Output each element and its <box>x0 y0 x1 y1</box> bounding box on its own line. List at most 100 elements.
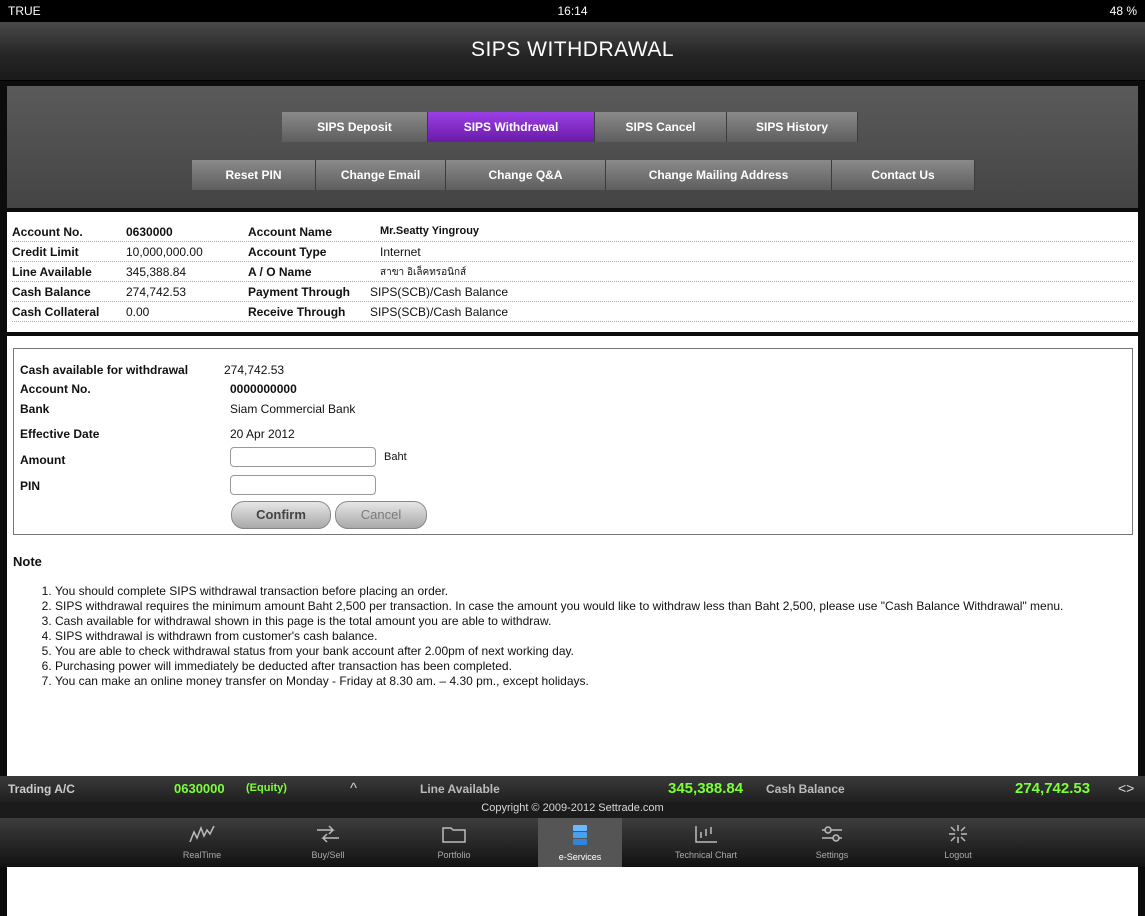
note-item: Cash available for withdrawal shown in t… <box>55 614 1145 629</box>
withdraw-account-no-value: 0000000000 <box>230 382 297 396</box>
payment-through-value: SIPS(SCB)/Cash Balance <box>370 285 509 299</box>
account-summary-bar: Trading A/C 0630000 (Equity) ^ Line Avai… <box>0 776 1145 802</box>
note-list: You should complete SIPS withdrawal tran… <box>33 584 1145 689</box>
trading-account-label: Trading A/C <box>8 782 75 796</box>
sips-tab-row: SIPS Deposit SIPS Withdrawal SIPS Cancel… <box>282 112 858 142</box>
confirm-button[interactable]: Confirm <box>231 501 331 529</box>
toolbar-realtime[interactable]: RealTime <box>160 818 244 867</box>
note-item: You can make an online money transfer on… <box>55 674 1145 689</box>
technical-chart-icon <box>693 826 719 848</box>
tab-sips-cancel[interactable]: SIPS Cancel <box>595 112 727 142</box>
effective-date-label: Effective Date <box>20 427 100 441</box>
settings-icon <box>819 826 845 848</box>
cash-collateral-value: 0.00 <box>126 305 150 319</box>
cash-available-value: 274,742.53 <box>224 363 285 377</box>
toolbar-logout[interactable]: Logout <box>916 818 1000 867</box>
toolbar-label: RealTime <box>182 850 222 860</box>
amount-unit: Baht <box>384 451 407 463</box>
account-no-label: Account No. <box>12 225 83 239</box>
cash-balance-label: Cash Balance <box>12 285 91 299</box>
clock: 16:14 <box>557 4 588 18</box>
info-row: Cash Balance 274,742.53 Payment Through … <box>12 282 1133 302</box>
credit-limit-label: Credit Limit <box>12 245 79 259</box>
receive-through-label: Receive Through <box>248 305 346 319</box>
cancel-button[interactable]: Cancel <box>335 501 427 529</box>
toolbar-label: Settings <box>815 850 849 860</box>
tab-change-qa[interactable]: Change Q&A <box>446 160 606 190</box>
bottom-cash-balance-label: Cash Balance <box>766 782 845 796</box>
server-icon <box>567 825 593 850</box>
account-name-label: Account Name <box>248 225 333 239</box>
account-type-badge: (Equity) <box>246 782 287 794</box>
tab-change-mailing-address[interactable]: Change Mailing Address <box>606 160 832 190</box>
pin-label: PIN <box>20 479 41 493</box>
trading-account-number[interactable]: 0630000 <box>174 781 225 796</box>
toolbar-technical-chart[interactable]: Technical Chart <box>664 818 748 867</box>
toolbar-label: Buy/Sell <box>311 850 345 860</box>
withdraw-account-no-label: Account No. <box>20 382 91 396</box>
realtime-chart-icon <box>189 825 215 848</box>
account-no-value: 0630000 <box>126 225 173 239</box>
info-row: Credit Limit 10,000,000.00 Account Type … <box>12 242 1133 262</box>
bottom-toolbar: RealTime Buy/Sell Portfolio e-Services T… <box>0 818 1145 867</box>
tab-sips-withdrawal[interactable]: SIPS Withdrawal <box>428 112 595 142</box>
service-menu: SIPS Deposit SIPS Withdrawal SIPS Cancel… <box>7 86 1138 208</box>
toolbar-e-services[interactable]: e-Services <box>538 818 622 867</box>
pin-input[interactable] <box>230 475 376 495</box>
toolbar-portfolio[interactable]: Portfolio <box>412 818 496 867</box>
note-title: Note <box>13 554 42 569</box>
toolbar-label: Logout <box>944 850 972 860</box>
page-title: SIPS WITHDRAWAL <box>470 38 675 61</box>
info-row: Cash Collateral 0.00 Receive Through SIP… <box>12 302 1133 322</box>
tab-change-email[interactable]: Change Email <box>316 160 446 190</box>
note-item: You are able to check withdrawal status … <box>55 644 1145 659</box>
note-item: Purchasing power will immediately be ded… <box>55 659 1145 674</box>
tab-contact-us[interactable]: Contact Us <box>832 160 975 190</box>
credit-limit-value: 10,000,000.00 <box>126 245 203 259</box>
toolbar-label: Portfolio <box>437 850 471 860</box>
account-type-label: Account Type <box>248 245 327 259</box>
bottom-cash-balance-value: 274,742.53 <box>1015 780 1091 797</box>
copyright: Copyright © 2009-2012 Settrade.com <box>0 802 1145 818</box>
withdrawal-form: Cash available for withdrawal 274,742.53… <box>13 348 1133 535</box>
line-available-label: Line Available <box>12 265 92 279</box>
toolbar-buy-sell[interactable]: Buy/Sell <box>286 818 370 867</box>
note-item: SIPS withdrawal is withdrawn from custom… <box>55 629 1145 644</box>
note-item: SIPS withdrawal requires the minimum amo… <box>55 599 1145 614</box>
bottom-line-available-value: 345,388.84 <box>668 780 744 797</box>
cash-available-label: Cash available for withdrawal <box>20 363 189 377</box>
toolbar-label: Technical Chart <box>674 850 738 860</box>
tab-reset-pin[interactable]: Reset PIN <box>192 160 316 190</box>
title-bar: SIPS WITHDRAWAL <box>0 22 1145 81</box>
account-type-value: Internet <box>380 245 421 259</box>
bank-value: Siam Commercial Bank <box>230 402 356 416</box>
tab-sips-history[interactable]: SIPS History <box>727 112 858 142</box>
ao-name-label: A / O Name <box>248 265 312 279</box>
swap-arrows-icon[interactable]: <> <box>1118 780 1134 796</box>
account-info-panel: Account No. 0630000 Account Name Mr.Seat… <box>7 212 1138 332</box>
toolbar-settings[interactable]: Settings <box>790 818 874 867</box>
line-available-value: 345,388.84 <box>126 265 187 279</box>
logout-icon <box>945 825 971 848</box>
account-name-value: Mr.Seatty Yingrouy <box>380 225 480 237</box>
tab-sips-deposit[interactable]: SIPS Deposit <box>282 112 428 142</box>
bottom-line-available-label: Line Available <box>420 782 500 796</box>
cash-collateral-label: Cash Collateral <box>12 305 100 319</box>
info-row: Account No. 0630000 Account Name Mr.Seat… <box>12 222 1133 242</box>
ao-name-value: สาขา อิเล็คทรอนิกส์ <box>380 267 467 278</box>
chevron-up-icon[interactable]: ^ <box>350 780 357 797</box>
note-item: You should complete SIPS withdrawal tran… <box>55 584 1145 599</box>
bank-label: Bank <box>20 402 50 416</box>
info-row: Line Available 345,388.84 A / O Name สาข… <box>12 262 1133 282</box>
account-tab-row: Reset PIN Change Email Change Q&A Change… <box>192 160 975 190</box>
amount-input[interactable] <box>230 447 376 467</box>
buy-sell-arrows-icon <box>315 825 341 848</box>
payment-through-label: Payment Through <box>248 285 351 299</box>
effective-date-value: 20 Apr 2012 <box>230 427 295 441</box>
folder-icon <box>441 827 467 848</box>
status-bar: TRUE 16:14 48 % <box>0 0 1145 22</box>
amount-label: Amount <box>20 453 66 467</box>
receive-through-value: SIPS(SCB)/Cash Balance <box>370 305 509 319</box>
cash-balance-value: 274,742.53 <box>126 285 187 299</box>
battery-indicator: 48 % <box>1109 4 1137 18</box>
